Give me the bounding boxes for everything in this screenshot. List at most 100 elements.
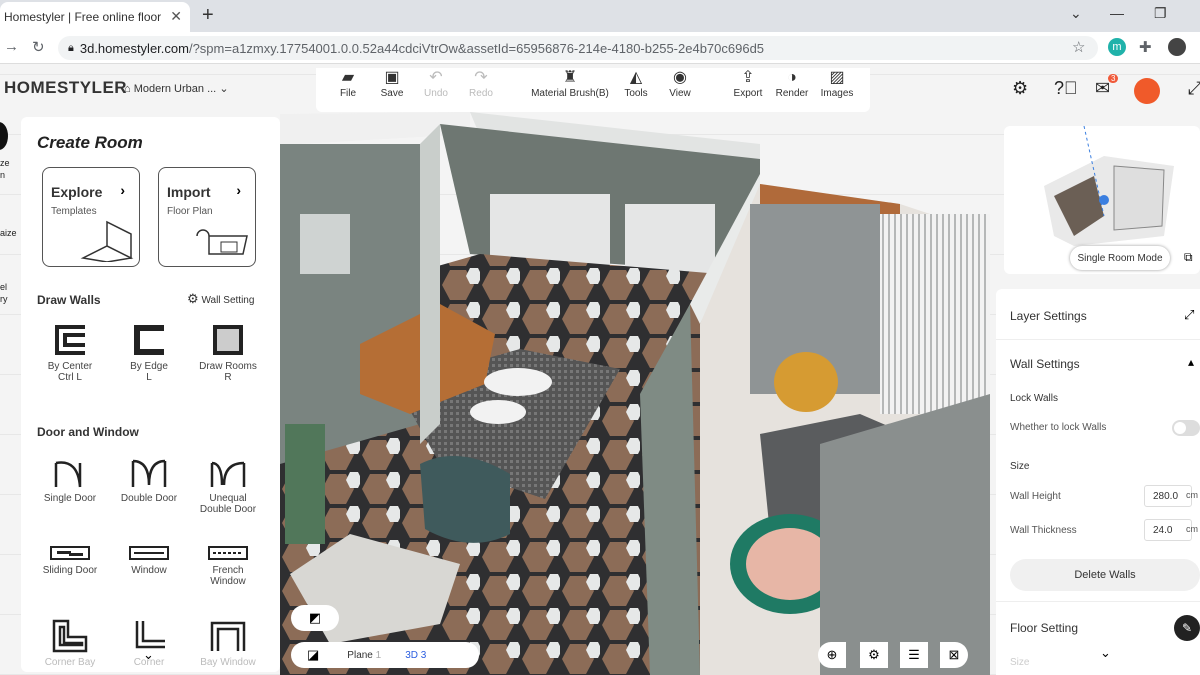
single-door[interactable]: Single Door: [35, 455, 105, 504]
import-floor-plan-card[interactable]: Import › Floor Plan: [158, 167, 256, 267]
draw-room-icon: [213, 325, 243, 355]
camera-settings-icon[interactable]: ⚙: [860, 642, 888, 668]
tool-label: Single Door: [43, 493, 97, 504]
user-avatar[interactable]: [1134, 78, 1160, 104]
mail-icon[interactable]: ✉: [1095, 78, 1110, 99]
toolbar-label: Images: [820, 88, 854, 99]
card-title: Import: [167, 184, 211, 200]
bay-window[interactable]: Bay Window: [193, 617, 263, 668]
tool-shortcut: L: [146, 372, 152, 383]
fullscreen-icon[interactable]: ⤢: [1188, 78, 1200, 99]
settings-gear-icon[interactable]: ⚙: [1012, 78, 1028, 99]
new-tab-button[interactable]: +: [202, 4, 214, 27]
tool-label: Unequal: [209, 493, 247, 504]
3d-view-tab[interactable]: 3D 3: [405, 650, 426, 661]
tab-search-icon[interactable]: ⌄: [1070, 5, 1082, 22]
layout-icon[interactable]: ◪: [307, 647, 319, 663]
fit-view-icon[interactable]: ⊠: [940, 642, 968, 668]
extension-avatar[interactable]: m: [1108, 38, 1126, 56]
tool-label: Bay Window: [200, 657, 256, 668]
url-field[interactable]: 🔒︎ 3d.homestyler.com /?spm=a1zmxy.177540…: [58, 36, 1098, 60]
toolbar-label: View: [669, 88, 691, 99]
collapse-caret-icon[interactable]: ▴: [1188, 355, 1194, 369]
toolbar-redo[interactable]: ↷ Redo: [461, 68, 501, 99]
draw-wall-by-center[interactable]: By Center Ctrl L: [35, 323, 105, 383]
corner-bay[interactable]: Corner Bay: [35, 617, 105, 668]
bookmark-star-icon[interactable]: ☆: [1072, 38, 1085, 56]
toolbar-tools[interactable]: ◭ Tools: [616, 68, 656, 99]
double-door[interactable]: Double Door: [114, 455, 184, 504]
single-room-mode-button[interactable]: Single Room Mode: [1070, 246, 1170, 270]
floor-plan-roll-icon: [196, 229, 248, 255]
create-room-icon[interactable]: [0, 122, 8, 150]
toolbar-view[interactable]: ◉ View: [660, 68, 700, 99]
wall-thickness-input[interactable]: 24.0: [1144, 519, 1192, 541]
expand-more-icon[interactable]: ⌄: [143, 647, 154, 663]
sliding-door[interactable]: Sliding Door: [35, 545, 105, 576]
floor-setting-heading[interactable]: Floor Setting: [1010, 621, 1078, 635]
view-mode-icon[interactable]: ◩: [291, 605, 339, 631]
forward-icon[interactable]: →: [4, 38, 19, 55]
draw-wall-by-edge[interactable]: By Edge L: [114, 323, 184, 383]
app-viewport[interactable]: HOMESTYLER ⌂ Modern Urban ... ⌄ ▰ File ▣ S…: [0, 64, 1200, 675]
restore-icon[interactable]: ❐: [1154, 5, 1167, 22]
sidebar-fragment: ze: [0, 158, 10, 168]
tool-shortcut: Ctrl L: [58, 372, 82, 383]
divider: [996, 601, 1200, 602]
wall-center-icon: [55, 325, 85, 355]
brand-logo[interactable]: HOMESTYLER: [4, 78, 127, 98]
draw-rooms[interactable]: Draw Rooms R: [193, 323, 263, 383]
bay-window-icon: [210, 621, 246, 651]
toolbar-label: Tools: [624, 88, 648, 99]
toolbar-label: Undo: [424, 88, 448, 99]
3d-label: 3D: [405, 649, 419, 661]
panel-title: Create Room: [37, 133, 143, 152]
reload-icon[interactable]: ↻: [32, 38, 45, 56]
tool-label-2: Double Door: [199, 504, 257, 515]
minimize-icon[interactable]: —: [1110, 5, 1124, 21]
lock-walls-toggle[interactable]: [1172, 420, 1200, 436]
window[interactable]: Window: [114, 545, 184, 576]
browser-tab[interactable]: Homestyler | Free online floor pla ✕: [0, 2, 190, 32]
profile-avatar[interactable]: [1168, 38, 1186, 56]
left-sidebar-edge: ze n aize el ry: [0, 120, 20, 320]
toolbar-render[interactable]: ◑ Render: [772, 68, 812, 99]
feedback-icon[interactable]: ✎: [1174, 615, 1200, 641]
scroll-down-icon[interactable]: ⌄: [1100, 645, 1111, 661]
expand-panel-icon[interactable]: ⤢: [1184, 307, 1194, 323]
layer-settings-heading[interactable]: Layer Settings: [1010, 309, 1087, 323]
unequal-double-door[interactable]: Unequal Double Door: [193, 455, 263, 515]
toolbar-save[interactable]: ▣ Save: [372, 68, 412, 99]
redo-icon: ↷: [474, 69, 488, 86]
help-icon[interactable]: ?⃝: [1054, 78, 1078, 99]
explore-templates-card[interactable]: Explore › Templates: [42, 167, 140, 267]
wall-settings-heading[interactable]: Wall Settings: [1010, 357, 1080, 371]
sidebar-fragment: n: [0, 170, 6, 180]
tool-label: Draw Rooms: [199, 361, 257, 372]
project-name-dropdown[interactable]: ⌂ Modern Urban ... ⌄: [124, 82, 229, 95]
minimap-expand-icon[interactable]: ⧉: [1184, 250, 1193, 265]
toolbar-file[interactable]: ▰ File: [328, 68, 368, 99]
door-window-heading: Door and Window: [37, 425, 139, 439]
wall-height-input[interactable]: 280.0: [1144, 485, 1192, 507]
wall-setting-label: Wall Setting: [201, 295, 255, 306]
toolbar-images[interactable]: ▨ Images: [817, 68, 857, 99]
wall-setting-button[interactable]: ⚙ Wall Setting: [187, 291, 254, 307]
sidebar-fragment: aize: [0, 228, 17, 238]
close-tab-icon[interactable]: ✕: [170, 8, 182, 25]
french-window[interactable]: French Window: [193, 545, 263, 587]
toolbar-undo[interactable]: ↶ Undo: [416, 68, 456, 99]
chevron-down-icon: ⌄: [219, 83, 229, 95]
plane-view-tab[interactable]: Plane 1: [347, 650, 381, 661]
delete-walls-button[interactable]: Delete Walls: [1010, 559, 1200, 591]
toolbar-material-brush[interactable]: ♜ Material Brush(B): [525, 68, 615, 99]
camera-add-icon[interactable]: ⊕: [818, 642, 846, 668]
toolbar-label: Redo: [469, 88, 493, 99]
minimap[interactable]: Single Room Mode ⧉: [1004, 126, 1200, 274]
toolbar-export[interactable]: ⇪ Export: [728, 68, 768, 99]
extensions-puzzle-icon[interactable]: ✚: [1139, 38, 1152, 56]
chevron-right-icon: ›: [120, 182, 125, 198]
tool-shortcut: R: [224, 372, 232, 383]
camera-list-icon[interactable]: ☰: [900, 642, 928, 668]
tool-label: French: [212, 565, 244, 576]
